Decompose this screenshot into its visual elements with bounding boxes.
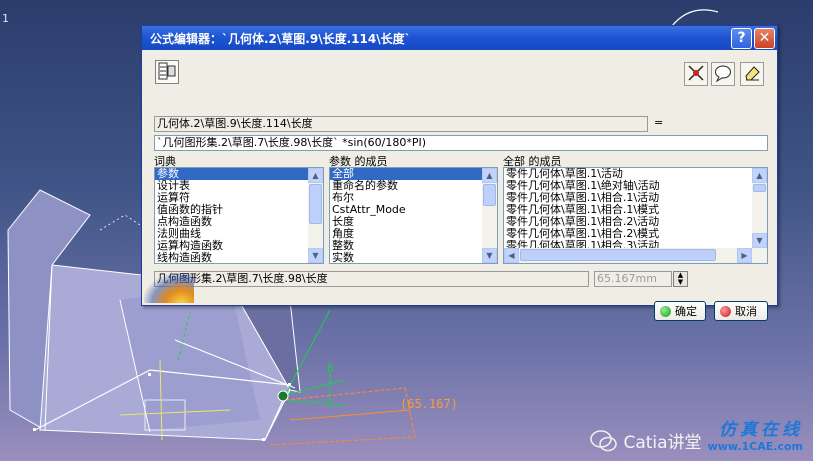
scroll-down-arrow[interactable]: ▼ xyxy=(752,233,767,248)
sketch-point xyxy=(148,373,151,376)
scroll-left-arrow[interactable]: ◀ xyxy=(504,248,519,263)
ok-icon xyxy=(660,305,671,317)
erase-button[interactable] xyxy=(740,62,764,86)
equals-sign: = xyxy=(654,116,664,129)
all-members-list[interactable]: 零件几何体\草图.1\活动 零件几何体\草图.1\绝对轴\活动 零件几何体\草图.1… xyxy=(503,167,768,264)
constraint-label[interactable]: 6 xyxy=(327,362,334,375)
close-button[interactable]: ✕ xyxy=(754,27,775,49)
scroll-thumb[interactable] xyxy=(753,184,766,192)
dimension-line xyxy=(269,387,416,446)
list-item[interactable]: 长度 xyxy=(330,216,497,228)
all-members-items: 零件几何体\草图.1\活动 零件几何体\草图.1\绝对轴\活动 零件几何体\草图.1… xyxy=(504,168,752,252)
sketch-point xyxy=(33,428,36,431)
formula-input[interactable]: `几何图形集.2\草图.7\长度.98\长度` *sin(60/180*PI) xyxy=(154,135,768,151)
list-item[interactable]: 重命名的参数 xyxy=(330,180,497,192)
watermark-site-block: 仿真在线 www.1CAE.com xyxy=(708,415,803,453)
ok-button[interactable]: 确定 xyxy=(654,301,706,321)
sketch-point xyxy=(288,383,291,386)
watermark-cn: 仿真在线 xyxy=(719,420,803,440)
target-parameter-field: 几何体.2\草图.9\长度.114\长度 xyxy=(154,116,648,132)
dimension-line xyxy=(289,409,411,421)
insert-formula-button[interactable] xyxy=(155,60,179,84)
speech-bubble-icon xyxy=(714,64,732,85)
eraser-icon xyxy=(743,64,761,85)
viewport-corner-number: 1 xyxy=(2,12,9,25)
list-item[interactable]: 线构造函数 xyxy=(155,252,323,264)
compass-arc xyxy=(671,9,719,27)
comment-button[interactable] xyxy=(711,62,735,86)
members-list[interactable]: 全部 重命名的参数 布尔 CstAttr_Mode 长度 角度 整数 实数 ▲ ▼ xyxy=(329,167,498,264)
cancel-icon xyxy=(720,305,731,317)
all-members-vscrollbar[interactable]: ▲ ▼ xyxy=(752,168,767,248)
watermark-channel-text: Catia讲堂 xyxy=(623,433,702,453)
value-spinner[interactable]: ▲ ▼ xyxy=(673,271,688,287)
point-marker xyxy=(277,390,289,402)
cancel-label: 取消 xyxy=(735,305,757,318)
formula-editor-dialog: 公式编辑器：`几何体.2\草图.9\长度.114\长度` ? ✕ 几何体.2\草… xyxy=(141,25,778,321)
scroll-thumb[interactable] xyxy=(520,249,716,261)
scroll-thumb[interactable] xyxy=(309,184,322,224)
cancel-button[interactable]: 取消 xyxy=(714,301,768,321)
scroll-right-arrow[interactable]: ▶ xyxy=(737,248,752,263)
watermark-site: www.1CAE.com xyxy=(707,440,803,453)
dimension-label[interactable]: (65.167) xyxy=(400,397,458,411)
help-button[interactable]: ? xyxy=(731,27,752,49)
value-field: 65.167mm xyxy=(594,271,672,287)
dialog-title: 公式编辑器：`几何体.2\草图.9\长度.114\长度` xyxy=(150,31,411,46)
catia-logo xyxy=(144,273,194,303)
wechat-icon xyxy=(590,429,618,453)
list-item[interactable]: 实数 xyxy=(330,252,497,264)
members-scrollbar[interactable]: ▲ ▼ xyxy=(482,168,497,263)
list-item[interactable]: 角度 xyxy=(330,228,497,240)
dictionary-list[interactable]: 参数 设计表 运算符 值函数的指针 点构造函数 法则曲线 运算构造函数 线构造函数 ▲ ▼ xyxy=(154,167,324,264)
scroll-down-arrow[interactable]: ▼ xyxy=(308,248,323,263)
list-item[interactable]: 整数 xyxy=(330,240,497,252)
scroll-up-arrow[interactable]: ▲ xyxy=(308,168,323,183)
scroll-up-arrow[interactable]: ▲ xyxy=(752,168,767,183)
scroll-thumb[interactable] xyxy=(483,184,496,206)
selected-parameter-field: 几何图形集.2\草图.7\长度.98\长度 xyxy=(154,271,589,287)
dialog-titlebar[interactable]: 公式编辑器：`几何体.2\草图.9\长度.114\长度` ? ✕ xyxy=(142,26,777,50)
list-item[interactable]: CstAttr_Mode xyxy=(330,204,497,216)
scroll-up-arrow[interactable]: ▲ xyxy=(482,168,497,183)
dictionary-items: 参数 设计表 运算符 值函数的指针 点构造函数 法则曲线 运算构造函数 线构造函数 xyxy=(155,168,323,264)
all-members-hscrollbar[interactable]: ◀ ▶ xyxy=(504,248,767,263)
watermark-channel: Catia讲堂 xyxy=(590,428,702,453)
measure-button[interactable] xyxy=(684,62,708,86)
watermark: Catia讲堂 仿真在线 www.1CAE.com xyxy=(590,415,803,453)
scroll-down-arrow[interactable]: ▼ xyxy=(482,248,497,263)
members-items: 全部 重命名的参数 布尔 CstAttr_Mode 长度 角度 整数 实数 xyxy=(330,168,497,264)
formula-table-icon xyxy=(158,62,176,83)
sketch-point xyxy=(262,438,265,441)
constraint-line xyxy=(284,399,346,406)
ok-label: 确定 xyxy=(675,305,697,318)
dialog-body: 几何体.2\草图.9\长度.114\长度 = `几何图形集.2\草图.7\长度.… xyxy=(142,50,777,321)
measure-icon xyxy=(687,64,705,85)
dictionary-scrollbar[interactable]: ▲ ▼ xyxy=(308,168,323,263)
